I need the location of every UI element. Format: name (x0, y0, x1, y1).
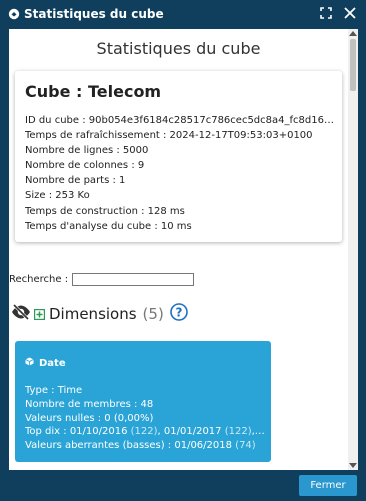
dimension-members: Nombre de membres : 48 (25, 398, 154, 410)
dimension-name: Date (39, 357, 66, 369)
dimensions-count: (5) (142, 305, 164, 323)
close-button[interactable]: Fermer (299, 475, 357, 496)
eye-slash-icon[interactable] (11, 303, 31, 324)
fullscreen-icon[interactable] (318, 5, 334, 21)
dimension-info: Type : Time Nombre de membres : 48 Valeu… (25, 384, 265, 453)
page-title: Statistiques du cube (96, 39, 261, 58)
content-panel: Statistiques du cube Cube : Telecom ID d… (9, 29, 348, 470)
dimension-type: Type : Time (25, 385, 83, 396)
vertical-scrollbar[interactable] (348, 29, 358, 470)
cube-icon (25, 357, 34, 369)
svg-text:?: ? (175, 305, 182, 319)
scrollbar-thumb[interactable] (350, 39, 356, 91)
search-row: Recherche : (9, 273, 195, 286)
cube-size: Size : 253 Ko (25, 190, 90, 202)
title-bar: Statistiques du cube (0, 0, 366, 28)
dimension-top-ten: Top dix : 01/10/2016 (122), 01/01/2017 (… (25, 426, 265, 438)
part-count: Nombre de parts : 1 (25, 175, 126, 187)
cube-id: ID du cube : 90b054e3f6184c28517c786cec5… (25, 115, 337, 126)
cube-info-card: Cube : Telecom ID du cube : 90b054e3f618… (15, 71, 342, 242)
column-count: Nombre de colonnes : 9 (25, 160, 145, 172)
dimensions-header: Dimensions (5) ? (11, 303, 188, 325)
cube-info-list: ID du cube : 90b054e3f6184c28517c786cec5… (25, 113, 337, 234)
dimension-nulls: Valeurs nulles : 0 (0,00%) (25, 412, 154, 424)
refresh-time: Temps de rafraîchissement : 2024-12-17T0… (25, 130, 313, 142)
dimension-outliers: Valeurs aberrantes (basses) : 01/06/2018… (25, 440, 256, 452)
search-label: Recherche : (9, 274, 69, 285)
search-input[interactable] (72, 273, 195, 286)
row-count: Nombre de lignes : 5000 (25, 145, 149, 157)
scroll-down-arrow-icon[interactable] (349, 463, 357, 468)
stats-dialog: Statistiques du cube Statistiques du cub… (0, 0, 366, 501)
window-title: Statistiques du cube (24, 7, 164, 21)
close-icon[interactable] (342, 5, 358, 21)
dimension-card-date[interactable]: Date Type : Time Nombre de membres : 48 … (15, 341, 271, 462)
scroll-up-arrow-icon[interactable] (349, 31, 357, 36)
build-time: Temps de construction : 128 ms (25, 205, 185, 217)
help-circle-icon[interactable]: ? (169, 303, 188, 325)
cube-title: Cube : Telecom (25, 82, 162, 101)
dimension-name-row: Date (25, 357, 66, 369)
cube-logo-icon (8, 8, 20, 20)
dimensions-title: Dimensions (49, 305, 137, 323)
analysis-time: Temps d'analyse du cube : 10 ms (25, 220, 192, 232)
plus-square-icon[interactable] (34, 305, 46, 324)
